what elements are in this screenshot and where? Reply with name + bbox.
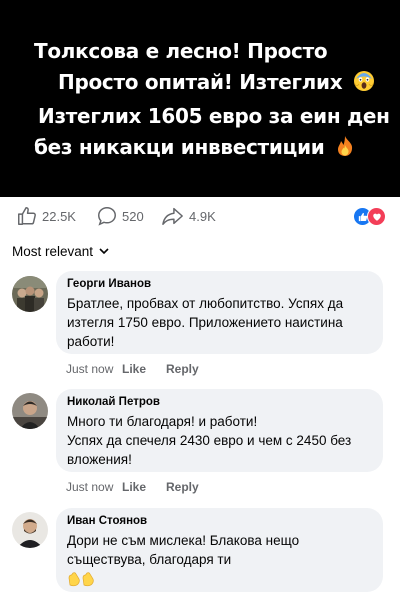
banner-line-4-text: без никакци инввестиции <box>34 135 325 159</box>
like-count-button[interactable]: 22.5K <box>16 205 76 227</box>
sort-comments-dropdown[interactable]: Most relevant <box>12 244 109 259</box>
post-stats-bar: 22.5K 520 4.9K <box>0 205 400 231</box>
comment-author[interactable]: Георги Иванов <box>67 278 371 290</box>
comment-bubble: Георги Иванов Братлее, пробвах от любопи… <box>56 271 383 354</box>
comment-timestamp: Just now <box>66 362 114 376</box>
reactions-summary[interactable] <box>353 207 386 226</box>
avatar[interactable] <box>12 393 48 429</box>
comment-author[interactable]: Николай Петров <box>67 396 371 408</box>
share-arrow-icon <box>162 207 183 225</box>
comment-bubble: Иван Стоянов Дори не съм мислека! Блаков… <box>56 508 383 592</box>
share-count: 4.9K <box>189 208 216 224</box>
share-count-button[interactable]: 4.9K <box>161 205 216 227</box>
comment-text: Братлее, пробвах от любопитство. Успях д… <box>67 296 344 349</box>
love-reaction-icon <box>367 207 386 226</box>
comment-timestamp: Just now <box>66 480 114 494</box>
scream-emoji-icon <box>353 70 375 99</box>
comment-bubble-icon <box>98 207 116 226</box>
comment-text: Дори не съм мислека! Блакова нещо същест… <box>67 533 300 567</box>
banner-line-2: Просто опитай! Изтеглих <box>58 68 375 99</box>
like-count: 22.5K <box>42 208 76 224</box>
reply-comment-button[interactable]: Reply <box>166 362 199 376</box>
banner-line-1: Толксова е лесно! Просто <box>34 39 328 63</box>
avatar[interactable] <box>12 276 48 312</box>
like-comment-button[interactable]: Like <box>122 480 146 494</box>
comment-text-line-1: Много ти благодаря! и работи! <box>67 414 258 429</box>
comment-count-button[interactable]: 520 <box>96 205 144 227</box>
comment-author[interactable]: Иван Стоянов <box>67 515 371 527</box>
avatar[interactable] <box>12 512 48 548</box>
banner-line-3: Изтеглих 1605 евро за еин ден <box>38 104 390 128</box>
banner-line-4: без никакци инввестиции <box>34 133 355 164</box>
thumbs-up-icon <box>18 207 36 225</box>
banner-line-2-text: Просто опитай! Изтеглих <box>58 70 343 94</box>
comment-text-line-2: Успях да спечеля 2430 евро и чем с 2450 … <box>67 433 352 467</box>
comment-bubble: Николай Петров Много ти благодаря! и раб… <box>56 389 383 472</box>
clapping-hands-icon <box>67 571 371 592</box>
comment-count: 520 <box>122 208 144 224</box>
comment-actions: Just now Like Reply <box>66 362 219 376</box>
like-comment-button[interactable]: Like <box>122 362 146 376</box>
chevron-down-icon <box>99 248 109 255</box>
promo-banner: Толксова е лесно! Просто Просто опитай! … <box>0 0 400 197</box>
comment-actions: Just now Like Reply <box>66 480 219 494</box>
sort-label: Most relevant <box>12 244 94 259</box>
reply-comment-button[interactable]: Reply <box>166 480 199 494</box>
fire-emoji-icon <box>335 135 355 164</box>
